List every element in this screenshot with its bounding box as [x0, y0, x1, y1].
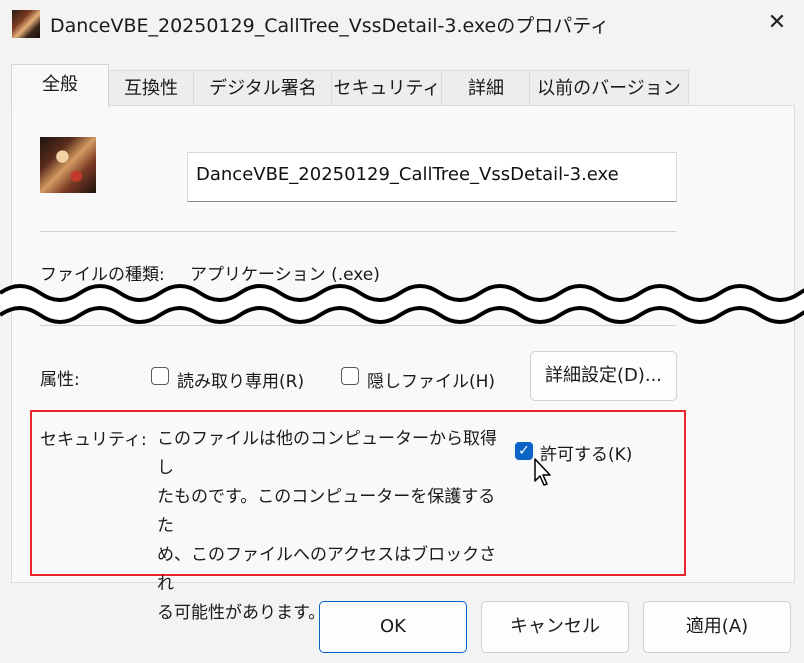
app-icon	[12, 10, 40, 38]
attributes-label: 属性:	[40, 370, 80, 390]
security-message: このファイルは他のコンピューターから取得し たものです。このコンピューターを保護…	[157, 425, 502, 628]
advanced-button[interactable]: 詳細設定(D)...	[530, 351, 677, 401]
close-icon[interactable]: ✕	[762, 8, 792, 38]
wavy-cut-divider	[0, 284, 804, 324]
hidden-checkbox[interactable]	[341, 367, 359, 385]
divider	[40, 325, 676, 326]
title-bar: DanceVBE_20250129_CallTree_VssDetail-3.e…	[0, 0, 804, 48]
unblock-checkbox[interactable]: ✓	[515, 442, 533, 460]
tab-details[interactable]: 詳細	[441, 70, 531, 107]
file-icon	[40, 137, 96, 193]
security-label: セキュリティ:	[40, 430, 147, 450]
mouse-cursor-icon	[534, 458, 551, 486]
window-title: DanceVBE_20250129_CallTree_VssDetail-3.e…	[50, 15, 610, 37]
hidden-label[interactable]: 隠しファイル(H)	[367, 367, 495, 392]
ok-button[interactable]: OK	[319, 601, 467, 653]
tab-security[interactable]: セキュリティ	[331, 70, 443, 107]
security-message-line: たものです。このコンピューターを保護するた	[157, 487, 496, 536]
security-message-line: このファイルは他のコンピューターから取得し	[157, 429, 497, 478]
tab-general[interactable]: 全般	[11, 64, 109, 108]
cancel-button[interactable]: キャンセル	[481, 601, 629, 653]
tab-previous-versions[interactable]: 以前のバージョン	[529, 70, 689, 107]
readonly-checkbox[interactable]	[151, 367, 169, 385]
security-message-line: め、このファイルへのアクセスはブロックされ	[157, 545, 497, 594]
tab-digital-signature[interactable]: デジタル署名	[193, 70, 333, 107]
readonly-label[interactable]: 読み取り専用(R)	[177, 367, 304, 392]
apply-button[interactable]: 適用(A)	[643, 601, 791, 653]
unblock-label[interactable]: 許可する(K)	[540, 440, 632, 465]
file-name-field[interactable]: DanceVBE_20250129_CallTree_VssDetail-3.e…	[187, 152, 677, 202]
tab-compatibility[interactable]: 互換性	[107, 70, 195, 107]
divider	[40, 231, 676, 232]
